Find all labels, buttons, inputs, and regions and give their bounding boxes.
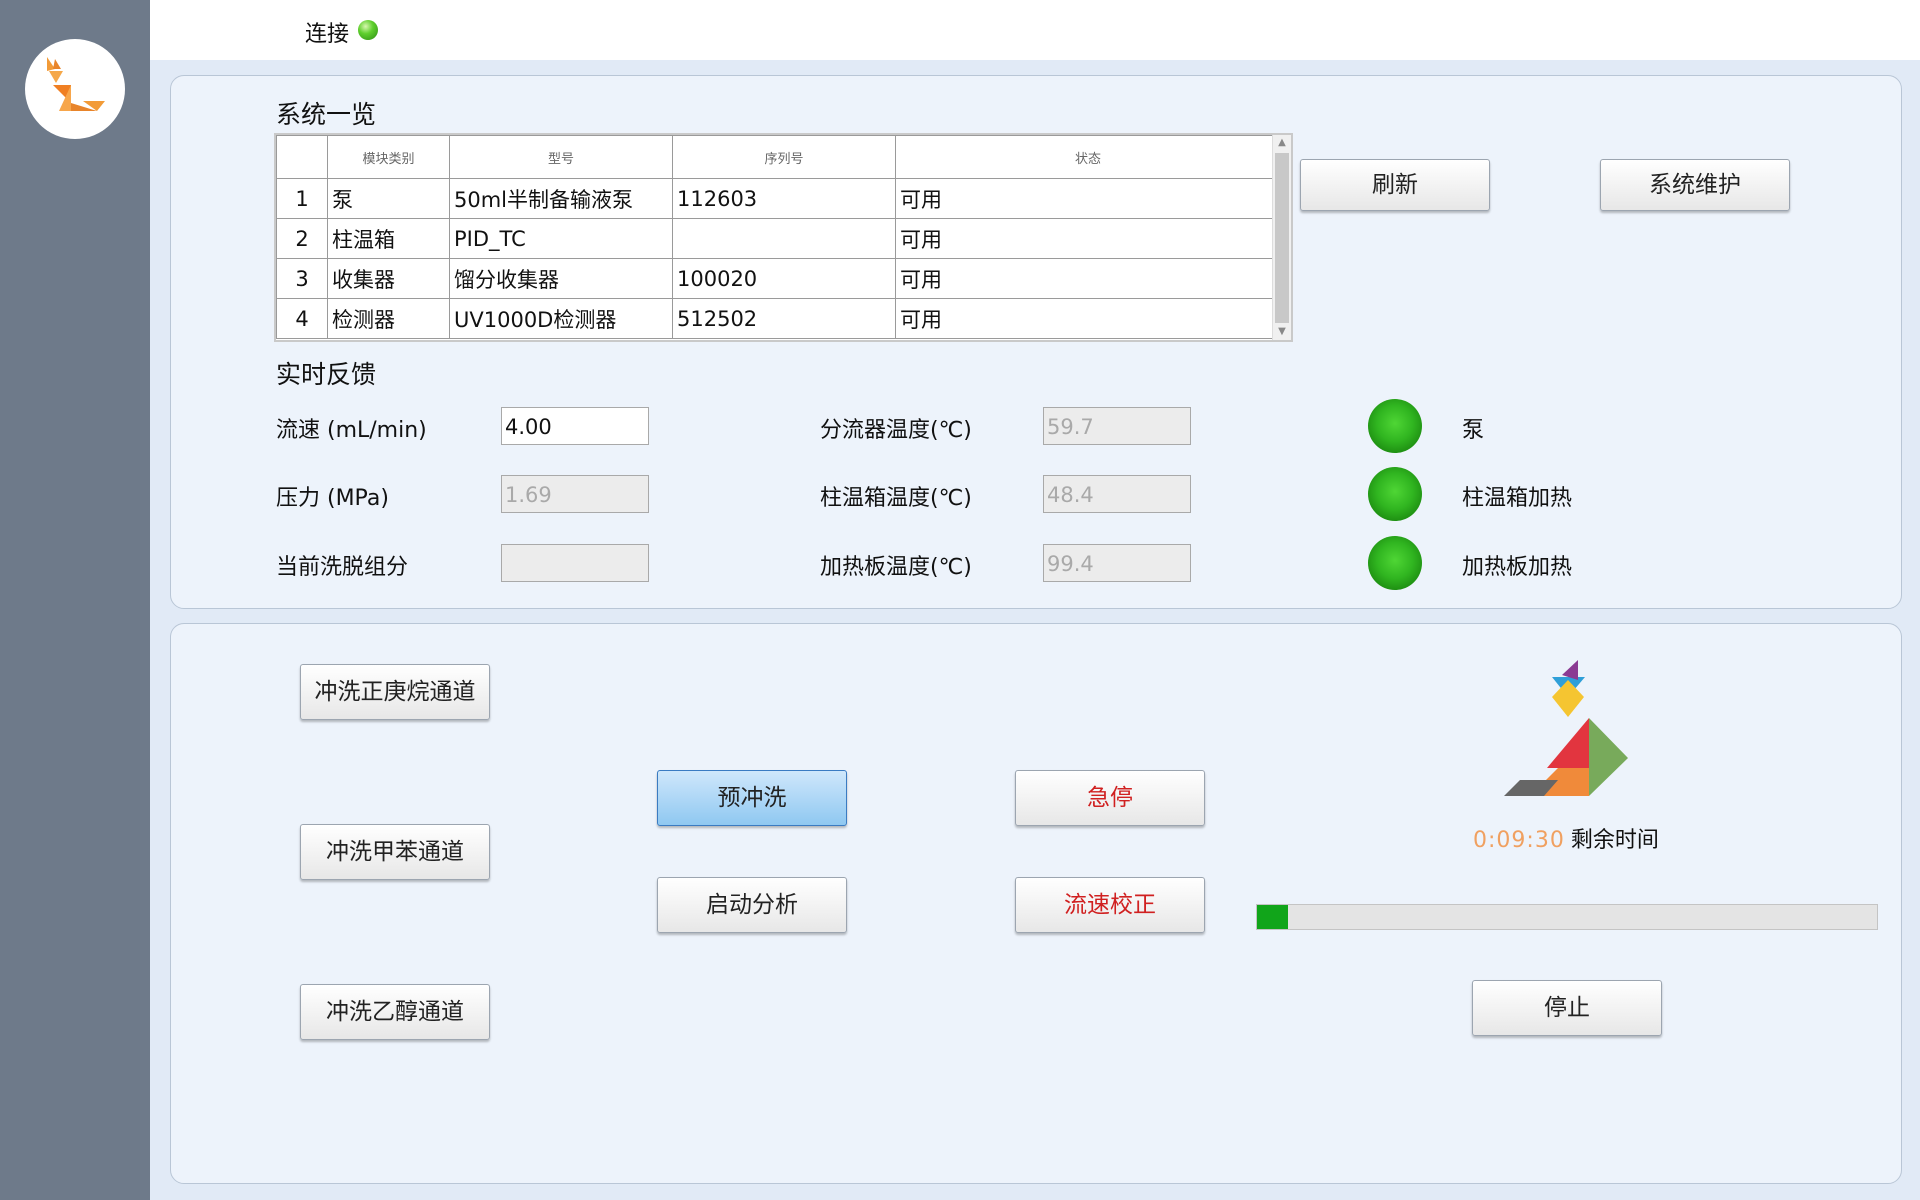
flow-calibration-button[interactable]: 流速校正 (1015, 877, 1205, 933)
row-model: 50ml半制备输液泵 (449, 178, 673, 219)
col-header-model: 型号 (449, 135, 673, 179)
start-analysis-button[interactable]: 启动分析 (657, 877, 847, 933)
col-header-status: 状态 (895, 135, 1281, 179)
top-bar: 连接 (150, 0, 1920, 60)
row-serial: 112603 (672, 178, 896, 219)
connection-label: 连接 (305, 22, 350, 47)
table-header-row: 模块类别 型号 序列号 状态 (276, 135, 1281, 179)
heating-plate-temp-label: 加热板温度(℃) (820, 555, 972, 580)
flush-heptane-button[interactable]: 冲洗正庚烷通道 (300, 664, 490, 720)
column-oven-heating-led-icon (1368, 467, 1422, 521)
table-row[interactable]: 4 检测器 UV1000D检测器 512502 可用 (276, 298, 1281, 339)
overview-panel: 系统一览 模块类别 型号 序列号 状态 1 泵 50ml半制备输液泵 11260… (170, 75, 1902, 609)
column-oven-heating-label: 柱温箱加热 (1462, 486, 1573, 511)
splitter-temp-field: 59.7 (1043, 407, 1191, 445)
current-fraction-field (501, 544, 649, 582)
heating-plate-temp-field: 99.4 (1043, 544, 1191, 582)
heating-plate-heating-label: 加热板加热 (1462, 555, 1573, 580)
row-index: 4 (276, 298, 328, 339)
row-model: PID_TC (449, 218, 673, 259)
overview-title: 系统一览 (276, 100, 377, 129)
row-serial (672, 218, 896, 259)
module-table: 模块类别 型号 序列号 状态 1 泵 50ml半制备输液泵 112603 可用 … (274, 133, 1293, 342)
column-oven-temp-label: 柱温箱温度(℃) (820, 486, 972, 511)
row-status: 可用 (895, 218, 1281, 259)
pressure-label: 压力 (MPa) (276, 486, 389, 511)
remaining-time: 0:09:30 剩余时间 (1473, 822, 1659, 854)
table-scrollbar[interactable]: ▲ ▼ (1272, 135, 1291, 340)
row-category: 检测器 (327, 298, 450, 339)
flush-ethanol-button[interactable]: 冲洗乙醇通道 (300, 984, 490, 1040)
row-serial: 100020 (672, 258, 896, 299)
tangram-fox-illustration-icon (1504, 660, 1628, 796)
row-model: UV1000D检测器 (449, 298, 673, 339)
row-index: 1 (276, 178, 328, 219)
scroll-up-arrow-icon[interactable]: ▲ (1273, 135, 1291, 151)
table-row[interactable]: 2 柱温箱 PID_TC 可用 (276, 218, 1281, 259)
scroll-down-arrow-icon[interactable]: ▼ (1273, 324, 1291, 340)
col-header-serial: 序列号 (672, 135, 896, 179)
pressure-field: 1.69 (501, 475, 649, 513)
flow-rate-label: 流速 (mL/min) (276, 418, 427, 443)
heating-plate-led-icon (1368, 536, 1422, 590)
table-row[interactable]: 1 泵 50ml半制备输液泵 112603 可用 (276, 178, 1281, 219)
remaining-time-label: 剩余时间 (1570, 828, 1659, 853)
preflush-button[interactable]: 预冲洗 (657, 770, 847, 826)
current-fraction-label: 当前洗脱组分 (276, 555, 409, 580)
col-header-index (276, 135, 328, 179)
stop-button[interactable]: 停止 (1472, 980, 1662, 1036)
row-index: 3 (276, 258, 328, 299)
system-maintenance-button[interactable]: 系统维护 (1600, 159, 1790, 211)
row-status: 可用 (895, 258, 1281, 299)
emergency-stop-button[interactable]: 急停 (1015, 770, 1205, 826)
table-row[interactable]: 3 收集器 馏分收集器 100020 可用 (276, 258, 1281, 299)
row-model: 馏分收集器 (449, 258, 673, 299)
row-category: 柱温箱 (327, 218, 450, 259)
row-serial: 512502 (672, 298, 896, 339)
row-category: 泵 (327, 178, 450, 219)
fox-logo (25, 39, 125, 139)
pump-status-label: 泵 (1462, 418, 1485, 443)
flush-toluene-button[interactable]: 冲洗甲苯通道 (300, 824, 490, 880)
connection-status-icon (358, 20, 378, 40)
feedback-title: 实时反馈 (276, 360, 377, 389)
row-status: 可用 (895, 298, 1281, 339)
sidebar (0, 0, 150, 1200)
progress-bar (1256, 904, 1878, 930)
column-oven-temp-field: 48.4 (1043, 475, 1191, 513)
progress-bar-fill (1257, 905, 1288, 929)
splitter-temp-label: 分流器温度(℃) (820, 418, 972, 443)
row-category: 收集器 (327, 258, 450, 299)
flow-rate-input[interactable]: 4.00 (501, 407, 649, 445)
refresh-button[interactable]: 刷新 (1300, 159, 1490, 211)
row-status: 可用 (895, 178, 1281, 219)
scroll-thumb[interactable] (1275, 153, 1289, 323)
pump-status-led-icon (1368, 399, 1422, 453)
col-header-category: 模块类别 (327, 135, 450, 179)
remaining-time-value: 0:09:30 (1473, 828, 1565, 853)
row-index: 2 (276, 218, 328, 259)
